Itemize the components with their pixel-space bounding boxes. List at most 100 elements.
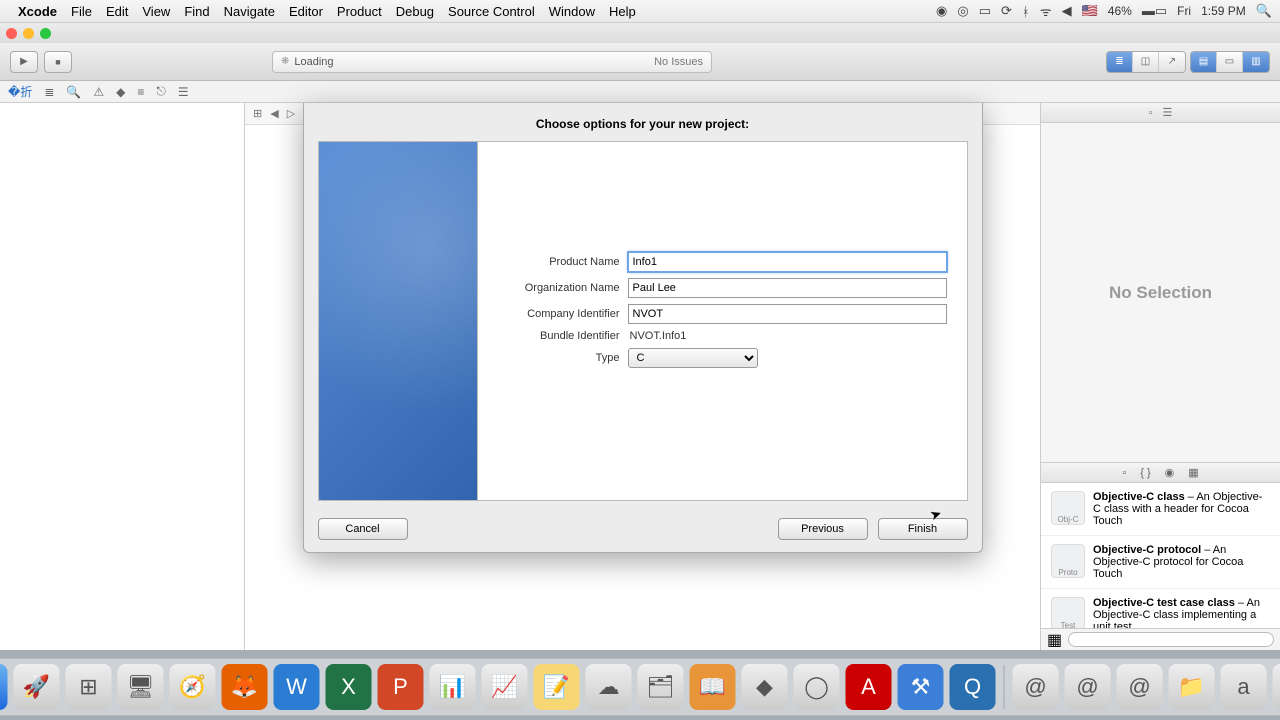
file-inspector-icon[interactable]: ▫ <box>1149 107 1153 119</box>
menu-file[interactable]: File <box>71 4 92 19</box>
organization-name-field[interactable] <box>628 278 947 298</box>
mission-control-icon[interactable]: 🖥 <box>118 664 164 710</box>
breakpoint-navigator-icon[interactable]: ⎋ <box>156 84 166 99</box>
find-navigator-icon[interactable]: 🔍 <box>66 85 81 99</box>
powerpoint-icon[interactable]: P <box>378 664 424 710</box>
dock-stack[interactable]: @ <box>1117 664 1163 710</box>
menu-view[interactable]: View <box>142 4 170 19</box>
media-library-icon[interactable]: ▦ <box>1188 466 1198 479</box>
finder-icon[interactable]: ☺ <box>0 664 8 710</box>
sync-icon[interactable]: ⟳ <box>1001 3 1012 19</box>
airplay-icon[interactable]: ▭ <box>979 3 991 19</box>
menu-find[interactable]: Find <box>184 4 209 19</box>
safari-icon[interactable]: 🧭 <box>170 664 216 710</box>
trash-icon[interactable]: 🗑 <box>1273 664 1280 710</box>
previous-button[interactable]: Previous <box>778 518 868 540</box>
menu-editor[interactable]: Editor <box>289 4 323 19</box>
object-library-icon[interactable]: ◉ <box>1165 466 1175 479</box>
app-icon[interactable]: ◆ <box>742 664 788 710</box>
library-item[interactable]: Proto Objective-C protocol – An Objectiv… <box>1041 536 1280 589</box>
editor-mode-segment[interactable]: ≣ ◫ ↗ <box>1106 51 1186 73</box>
chrome-icon[interactable]: ◯ <box>794 664 840 710</box>
flag-icon[interactable]: 🇺🇸 <box>1082 3 1098 19</box>
project-navigator-icon[interactable]: �折 <box>8 83 32 100</box>
library-filter-field[interactable] <box>1068 632 1274 647</box>
launchpad-icon[interactable]: 🚀 <box>14 664 60 710</box>
utilities-area: ▫ ☰ No Selection ▫ { } ◉ ▦ Obj-C Objecti… <box>1040 103 1280 650</box>
clock-time[interactable]: 1:59 PM <box>1201 4 1246 18</box>
excel-icon[interactable]: X <box>326 664 372 710</box>
debug-navigator-icon[interactable]: ≡ <box>137 85 144 99</box>
app-icon[interactable]: 🗂 <box>638 664 684 710</box>
numbers-icon[interactable]: 📈 <box>482 664 528 710</box>
grid-view-icon[interactable]: ▦ <box>1047 630 1062 650</box>
library-selector-bar[interactable]: ▫ { } ◉ ▦ <box>1041 463 1280 483</box>
library-item[interactable]: Obj-C Objective-C class – An Objective-C… <box>1041 483 1280 536</box>
wifi-icon[interactable]: ᯤ <box>1040 2 1052 20</box>
library-item-title: Objective-C class <box>1093 491 1185 503</box>
inspector-selector-bar[interactable]: ▫ ☰ <box>1041 103 1280 123</box>
battery-percent[interactable]: 46% <box>1108 4 1132 18</box>
keynote-icon[interactable]: 📊 <box>430 664 476 710</box>
menu-product[interactable]: Product <box>337 4 382 19</box>
issue-navigator-icon[interactable]: ⚠ <box>93 85 104 99</box>
menu-window[interactable]: Window <box>549 4 595 19</box>
new-project-sheet: Choose options for your new project: Pro… <box>303 103 983 553</box>
library-item[interactable]: Test Objective-C test case class – An Ob… <box>1041 589 1280 628</box>
menu-edit[interactable]: Edit <box>106 4 128 19</box>
dock-stack[interactable]: @ <box>1065 664 1111 710</box>
view-panes-segment[interactable]: ▤ ▭ ▥ <box>1190 51 1270 73</box>
minimize-window-button[interactable] <box>23 28 34 39</box>
battery-icon[interactable]: ▬▭ <box>1142 3 1167 19</box>
status-icon[interactable]: ◎ <box>957 3 968 19</box>
file-template-library-icon[interactable]: ▫ <box>1122 467 1126 479</box>
menu-source-control[interactable]: Source Control <box>448 4 535 19</box>
toggle-debug-icon[interactable]: ▭ <box>1217 52 1243 72</box>
notes-icon[interactable]: 📝 <box>534 664 580 710</box>
run-button[interactable] <box>10 51 38 73</box>
jump-related-icon[interactable]: ⊞ <box>253 107 262 120</box>
menu-help[interactable]: Help <box>609 4 636 19</box>
test-navigator-icon[interactable]: ◆ <box>116 85 125 99</box>
assistant-editor-icon[interactable]: ◫ <box>1133 52 1159 72</box>
dashboard-icon[interactable]: ⊞ <box>66 664 112 710</box>
icloud-icon[interactable]: ☁ <box>586 664 632 710</box>
cancel-button[interactable]: Cancel <box>318 518 408 540</box>
toggle-navigator-icon[interactable]: ▤ <box>1191 52 1217 72</box>
stop-button[interactable] <box>44 51 72 73</box>
jump-back-icon[interactable]: ◀ <box>270 107 278 120</box>
toggle-utilities-icon[interactable]: ▥ <box>1243 52 1269 72</box>
finish-button[interactable]: Finish <box>878 518 968 540</box>
library-list[interactable]: Obj-C Objective-C class – An Objective-C… <box>1041 483 1280 628</box>
word-icon[interactable]: W <box>274 664 320 710</box>
status-icon[interactable]: ◉ <box>936 3 947 19</box>
log-navigator-icon[interactable]: ☰ <box>178 85 189 99</box>
dock-stack[interactable]: a <box>1221 664 1267 710</box>
volume-icon[interactable]: ◀ <box>1062 3 1072 19</box>
app-menu[interactable]: Xcode <box>18 4 57 19</box>
version-editor-icon[interactable]: ↗ <box>1159 52 1185 72</box>
symbol-navigator-icon[interactable]: ≣ <box>44 85 54 99</box>
acrobat-icon[interactable]: A <box>846 664 892 710</box>
standard-editor-icon[interactable]: ≣ <box>1107 52 1133 72</box>
firefox-icon[interactable]: 🦊 <box>222 664 268 710</box>
code-snippet-library-icon[interactable]: { } <box>1140 467 1150 479</box>
company-identifier-field[interactable] <box>628 304 947 324</box>
close-window-button[interactable] <box>6 28 17 39</box>
type-select[interactable]: C <box>628 348 758 368</box>
dock-stack[interactable]: 📁 <box>1169 664 1215 710</box>
dock-stack[interactable]: @ <box>1013 664 1059 710</box>
ibooks-icon[interactable]: 📖 <box>690 664 736 710</box>
menu-navigate[interactable]: Navigate <box>224 4 275 19</box>
bluetooth-icon[interactable]: ᚼ <box>1022 4 1030 19</box>
bundle-identifier-value: NVOT.Info1 <box>628 330 687 342</box>
quick-help-icon[interactable]: ☰ <box>1163 106 1173 119</box>
menu-debug[interactable]: Debug <box>396 4 434 19</box>
spotlight-icon[interactable]: 🔍 <box>1256 3 1272 19</box>
clock-day[interactable]: Fri <box>1177 4 1191 18</box>
jump-forward-icon[interactable]: ▷ <box>287 107 295 120</box>
xcode-icon[interactable]: ⚒ <box>898 664 944 710</box>
zoom-window-button[interactable] <box>40 28 51 39</box>
product-name-field[interactable] <box>628 252 947 272</box>
quicktime-icon[interactable]: Q <box>950 664 996 710</box>
